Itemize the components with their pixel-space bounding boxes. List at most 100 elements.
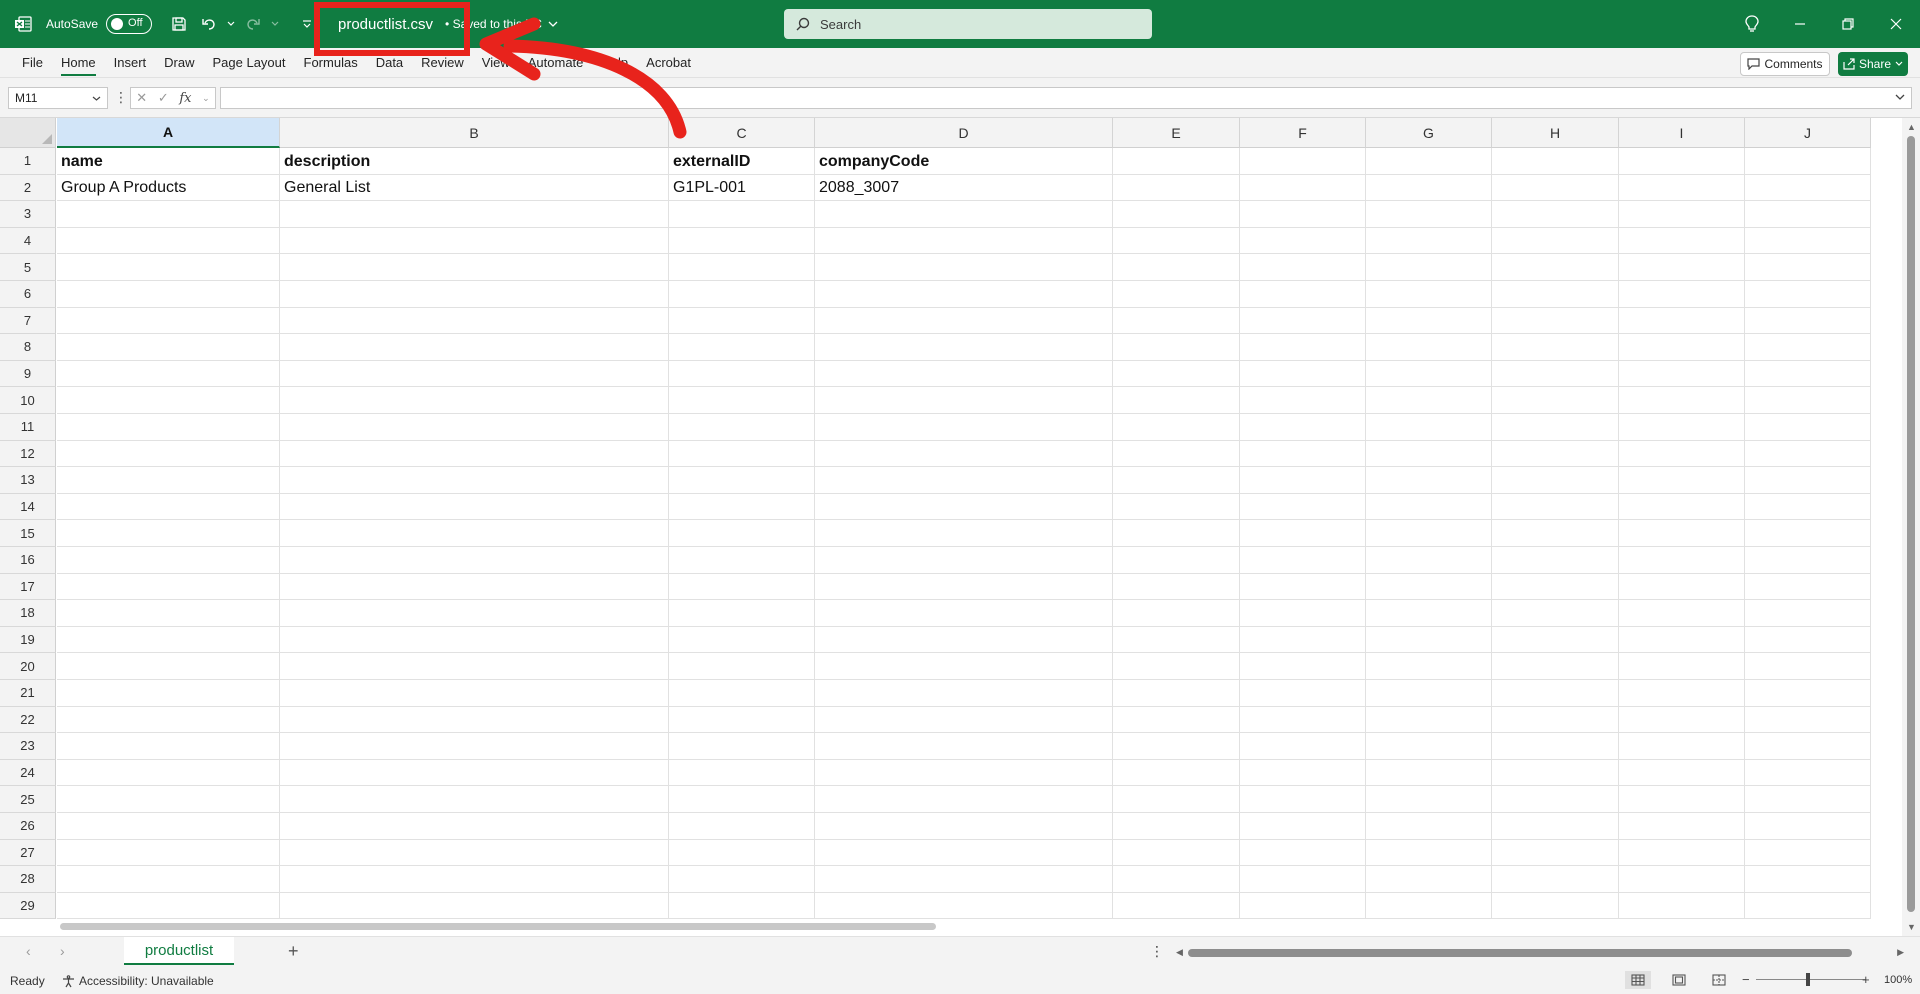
cell-c21[interactable] <box>669 680 815 707</box>
row-header-28[interactable]: 28 <box>0 866 56 893</box>
cell-j20[interactable] <box>1745 653 1871 680</box>
cell-c19[interactable] <box>669 626 815 654</box>
cell-c25[interactable] <box>669 786 815 813</box>
cell-e9[interactable] <box>1113 360 1240 388</box>
close-icon[interactable] <box>1872 0 1920 48</box>
cell-j17[interactable] <box>1745 573 1871 601</box>
cell-g7[interactable] <box>1366 307 1492 335</box>
cell-g14[interactable] <box>1366 493 1492 521</box>
cell-d21[interactable] <box>815 680 1113 707</box>
cell-d16[interactable] <box>815 547 1113 574</box>
horizontal-scroll-thumb[interactable] <box>1188 949 1852 957</box>
chevron-down-icon[interactable]: ⌄ <box>202 93 210 104</box>
cell-e29[interactable] <box>1113 892 1240 920</box>
row-header-22[interactable]: 22 <box>0 706 56 734</box>
cell-j1[interactable] <box>1745 148 1871 175</box>
cell-a29[interactable] <box>57 892 280 920</box>
cell-i6[interactable] <box>1619 281 1745 308</box>
cell-h8[interactable] <box>1492 334 1619 361</box>
cell-g20[interactable] <box>1366 653 1492 680</box>
cell-h2[interactable] <box>1492 174 1619 202</box>
cell-b9[interactable] <box>280 360 669 388</box>
cell-d27[interactable] <box>815 839 1113 867</box>
cell-a21[interactable] <box>57 680 280 707</box>
cell-g10[interactable] <box>1366 387 1492 414</box>
cell-j7[interactable] <box>1745 307 1871 335</box>
scroll-right-icon[interactable]: ▶ <box>1897 947 1904 958</box>
cell-i2[interactable] <box>1619 174 1745 202</box>
cell-g26[interactable] <box>1366 813 1492 840</box>
cell-i16[interactable] <box>1619 547 1745 574</box>
cell-a17[interactable] <box>57 573 280 601</box>
undo-dropdown-icon[interactable] <box>226 10 236 38</box>
cell-i25[interactable] <box>1619 786 1745 813</box>
cell-j29[interactable] <box>1745 892 1871 920</box>
restore-icon[interactable] <box>1824 0 1872 48</box>
cell-d5[interactable] <box>815 254 1113 281</box>
cell-a3[interactable] <box>57 201 280 228</box>
cell-i28[interactable] <box>1619 866 1745 893</box>
cell-d7[interactable] <box>815 307 1113 335</box>
scroll-left-icon[interactable]: ◀ <box>1176 947 1183 958</box>
cell-h5[interactable] <box>1492 254 1619 281</box>
cell-d9[interactable] <box>815 360 1113 388</box>
cell-g9[interactable] <box>1366 360 1492 388</box>
row-header-13[interactable]: 13 <box>0 467 56 494</box>
next-sheet-icon[interactable]: › <box>60 943 65 959</box>
cell-d13[interactable] <box>815 467 1113 494</box>
row-header-11[interactable]: 11 <box>0 414 56 441</box>
cell-a10[interactable] <box>57 387 280 414</box>
cell-c23[interactable] <box>669 733 815 760</box>
cell-b15[interactable] <box>280 520 669 547</box>
row-header-16[interactable]: 16 <box>0 547 56 574</box>
column-header-d[interactable]: D <box>815 118 1113 148</box>
cell-e24[interactable] <box>1113 759 1240 787</box>
cell-h15[interactable] <box>1492 520 1619 547</box>
cell-h22[interactable] <box>1492 706 1619 734</box>
cell-i3[interactable] <box>1619 201 1745 228</box>
add-sheet-icon[interactable]: + <box>288 941 299 962</box>
cell-h11[interactable] <box>1492 414 1619 441</box>
tab-split-handle-icon[interactable]: ⋮ <box>1150 943 1164 960</box>
row-header-14[interactable]: 14 <box>0 493 56 521</box>
cell-h3[interactable] <box>1492 201 1619 228</box>
row-header-26[interactable]: 26 <box>0 813 56 840</box>
cell-e11[interactable] <box>1113 414 1240 441</box>
cell-e19[interactable] <box>1113 626 1240 654</box>
cell-c9[interactable] <box>669 360 815 388</box>
row-header-15[interactable]: 15 <box>0 520 56 547</box>
cell-h4[interactable] <box>1492 227 1619 255</box>
select-all-button[interactable] <box>0 118 56 148</box>
cell-c6[interactable] <box>669 281 815 308</box>
cell-b26[interactable] <box>280 813 669 840</box>
cell-e4[interactable] <box>1113 227 1240 255</box>
cell-g13[interactable] <box>1366 467 1492 494</box>
cell-f26[interactable] <box>1240 813 1366 840</box>
row-header-25[interactable]: 25 <box>0 786 56 813</box>
cell-c1[interactable]: externalID <box>669 148 815 175</box>
cell-h20[interactable] <box>1492 653 1619 680</box>
cell-d1[interactable]: companyCode <box>815 148 1113 175</box>
cell-b21[interactable] <box>280 680 669 707</box>
cell-j3[interactable] <box>1745 201 1871 228</box>
cell-b12[interactable] <box>280 440 669 468</box>
cell-b2[interactable]: General List <box>280 174 669 202</box>
cell-j9[interactable] <box>1745 360 1871 388</box>
cell-j19[interactable] <box>1745 626 1871 654</box>
tab-help[interactable]: Help <box>592 48 637 78</box>
cell-c22[interactable] <box>669 706 815 734</box>
row-header-12[interactable]: 12 <box>0 440 56 468</box>
cell-d11[interactable] <box>815 414 1113 441</box>
cell-j18[interactable] <box>1745 600 1871 627</box>
cell-d12[interactable] <box>815 440 1113 468</box>
vertical-scroll-thumb[interactable] <box>1907 136 1915 912</box>
cell-i27[interactable] <box>1619 839 1745 867</box>
grid-horizontal-scroll-thumb[interactable] <box>60 923 936 930</box>
lightbulb-icon[interactable] <box>1728 0 1776 48</box>
cell-d2[interactable]: 2088_3007 <box>815 174 1113 202</box>
cell-b17[interactable] <box>280 573 669 601</box>
cell-j23[interactable] <box>1745 733 1871 760</box>
cell-j24[interactable] <box>1745 759 1871 787</box>
cell-i1[interactable] <box>1619 148 1745 175</box>
cell-b14[interactable] <box>280 493 669 521</box>
